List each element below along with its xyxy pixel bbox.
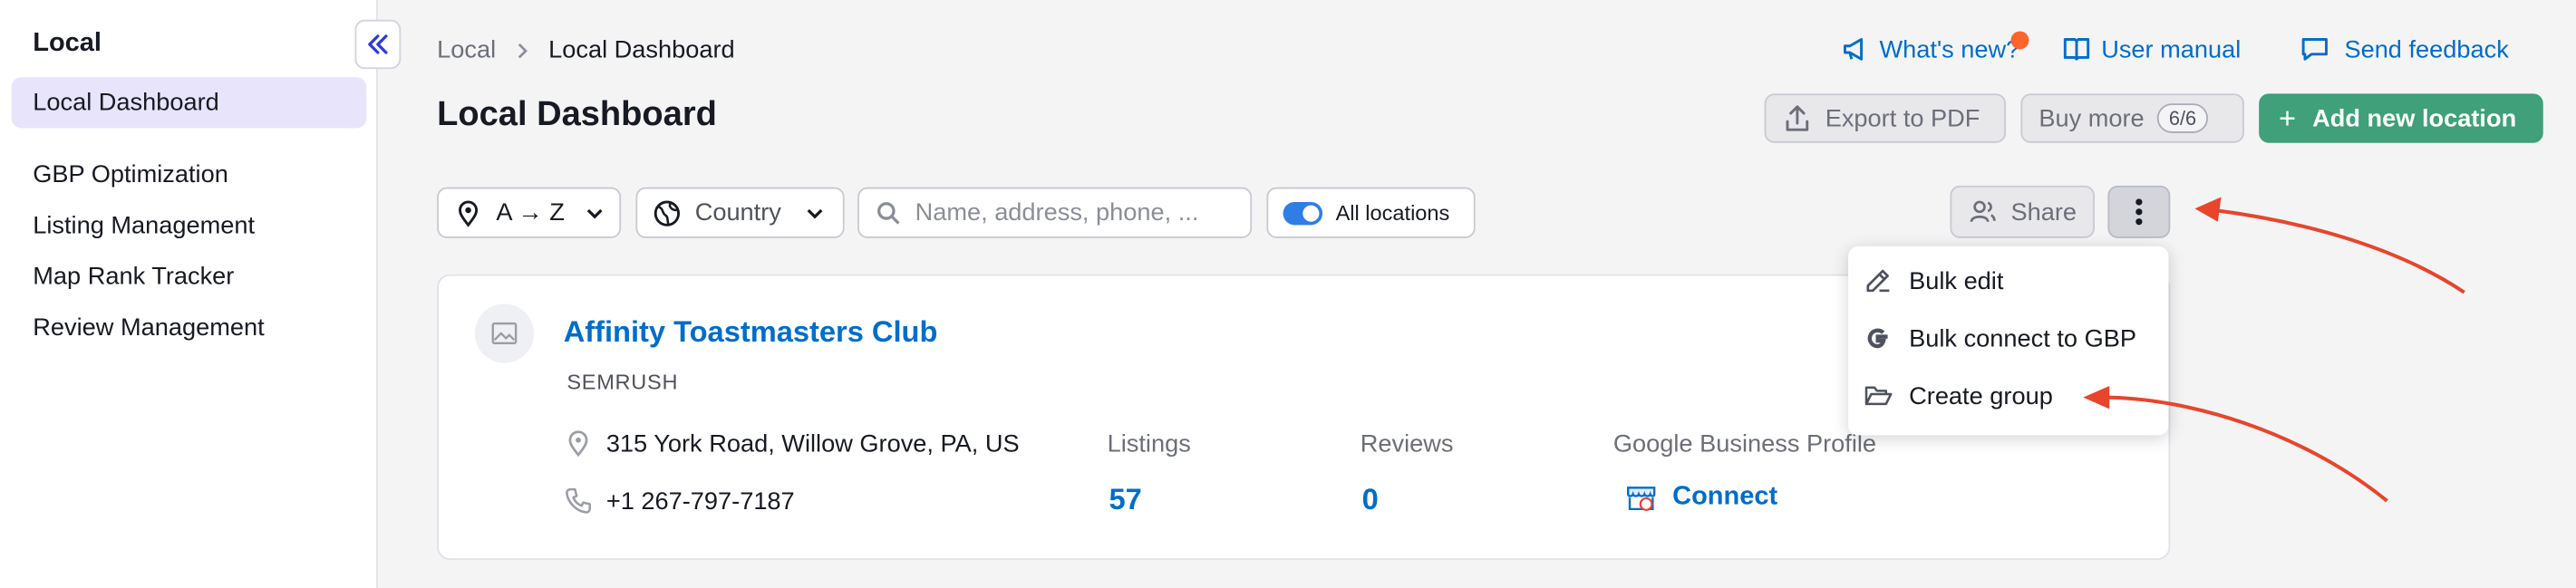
sidebar-item-gbp-optimization[interactable]: GBP Optimization xyxy=(33,161,228,189)
reviews-value[interactable]: 0 xyxy=(1362,483,1379,517)
phone-icon xyxy=(566,487,591,514)
google-business-icon xyxy=(1627,487,1656,511)
add-new-location-button[interactable]: + Add new location xyxy=(2259,93,2543,143)
buy-more-label: Buy more xyxy=(2039,104,2145,132)
search-input[interactable]: Name, address, phone, ... xyxy=(857,187,1253,238)
sort-select[interactable]: A → Z xyxy=(437,187,622,238)
menu-item-create-group[interactable]: Create group xyxy=(1848,368,2168,424)
location-subtitle: SEMRUSH xyxy=(567,369,679,394)
add-location-label: Add new location xyxy=(2312,104,2517,132)
listings-value[interactable]: 57 xyxy=(1109,483,1141,517)
send-feedback-link[interactable]: Send feedback xyxy=(2300,34,2509,64)
location-pin-icon xyxy=(568,430,588,458)
google-icon xyxy=(1867,328,1888,349)
pencil-icon xyxy=(1866,269,1890,293)
vertical-dots-icon xyxy=(2135,198,2143,226)
annotation-arrow-menu-button xyxy=(2194,197,2465,294)
gbp-connect-link[interactable]: Connect xyxy=(1625,481,1778,514)
country-select[interactable]: Country xyxy=(635,187,845,238)
more-options-button[interactable] xyxy=(2107,185,2171,238)
plus-icon: + xyxy=(2278,101,2296,134)
send-feedback-label: Send feedback xyxy=(2344,34,2509,63)
double-chevron-left-icon xyxy=(368,34,388,54)
chat-bubble-icon xyxy=(2301,38,2328,61)
location-pin-icon xyxy=(459,199,479,227)
menu-item-label: Create group xyxy=(1909,381,2053,410)
export-icon xyxy=(1786,105,1809,131)
sidebar-item-listing-management[interactable]: Listing Management xyxy=(33,212,255,240)
export-pdf-button[interactable]: Export to PDF xyxy=(1764,93,2007,143)
sidebar: Local Local Dashboard GBP Optimization L… xyxy=(0,0,378,588)
menu-item-label: Bulk edit xyxy=(1909,266,2004,295)
location-thumbnail xyxy=(474,304,535,363)
address-row: 315 York Road, Willow Grove, PA, US xyxy=(564,429,1020,458)
notification-dot xyxy=(2010,31,2029,50)
search-placeholder: Name, address, phone, ... xyxy=(915,198,1199,227)
chevron-down-icon xyxy=(806,207,822,218)
breadcrumb-current: Local Dashboard xyxy=(548,35,735,64)
user-manual-link[interactable]: User manual xyxy=(2062,34,2242,64)
menu-item-label: Bulk connect to GBP xyxy=(1909,323,2136,352)
image-placeholder-icon xyxy=(491,322,518,344)
gbp-label: Google Business Profile xyxy=(1612,429,1877,458)
menu-item-bulk-connect-gbp[interactable]: Bulk connect to GBP xyxy=(1848,311,2168,367)
gbp-connect-label: Connect xyxy=(1672,482,1778,511)
megaphone-icon xyxy=(1843,38,1864,61)
phone-text: +1 267-797-7187 xyxy=(605,487,795,516)
toggle-switch[interactable] xyxy=(1283,201,1323,225)
country-label: Country xyxy=(694,198,781,227)
menu-item-bulk-edit[interactable]: Bulk edit xyxy=(1848,253,2168,309)
listings-label: Listings xyxy=(1107,429,1191,458)
globe-icon xyxy=(654,199,681,226)
search-icon xyxy=(877,201,900,224)
sidebar-item-map-rank-tracker[interactable]: Map Rank Tracker xyxy=(33,263,234,291)
phone-row: +1 267-797-7187 xyxy=(564,487,795,516)
sort-label: A → Z xyxy=(496,198,565,227)
collapse-sidebar-button[interactable] xyxy=(354,19,402,70)
more-options-menu: Bulk edit Bulk connect to GBP Create gro… xyxy=(1848,246,2169,436)
sidebar-title: Local xyxy=(33,29,102,58)
book-icon xyxy=(2063,38,2090,61)
users-icon xyxy=(1970,200,1996,223)
user-manual-label: User manual xyxy=(2101,34,2242,63)
export-pdf-label: Export to PDF xyxy=(1825,104,1980,132)
whats-new-label: What's new? xyxy=(1879,34,2020,63)
breadcrumb-local[interactable]: Local xyxy=(437,36,496,64)
address-text: 315 York Road, Willow Grove, PA, US xyxy=(605,429,1020,458)
folder-open-icon xyxy=(1864,386,1893,406)
whats-new-link[interactable]: What's new? xyxy=(1840,34,2019,64)
sidebar-item-review-management[interactable]: Review Management xyxy=(33,313,264,342)
all-locations-toggle[interactable]: All locations xyxy=(1266,187,1476,238)
chevron-down-icon xyxy=(586,207,602,218)
location-name-link[interactable]: Affinity Toastmasters Club xyxy=(564,315,938,350)
share-label: Share xyxy=(2010,198,2077,227)
sidebar-item-label[interactable]: Local Dashboard xyxy=(33,89,219,117)
breadcrumb: Local Local Dashboard xyxy=(437,36,735,64)
reviews-label: Reviews xyxy=(1360,429,1454,458)
all-locations-label: All locations xyxy=(1335,200,1450,226)
page-title: Local Dashboard xyxy=(437,95,717,133)
share-button[interactable]: Share xyxy=(1950,185,2095,238)
chevron-right-icon xyxy=(518,43,528,58)
buy-more-button[interactable]: Buy more 6/6 xyxy=(2020,93,2244,143)
limit-badge: 6/6 xyxy=(2157,103,2208,133)
